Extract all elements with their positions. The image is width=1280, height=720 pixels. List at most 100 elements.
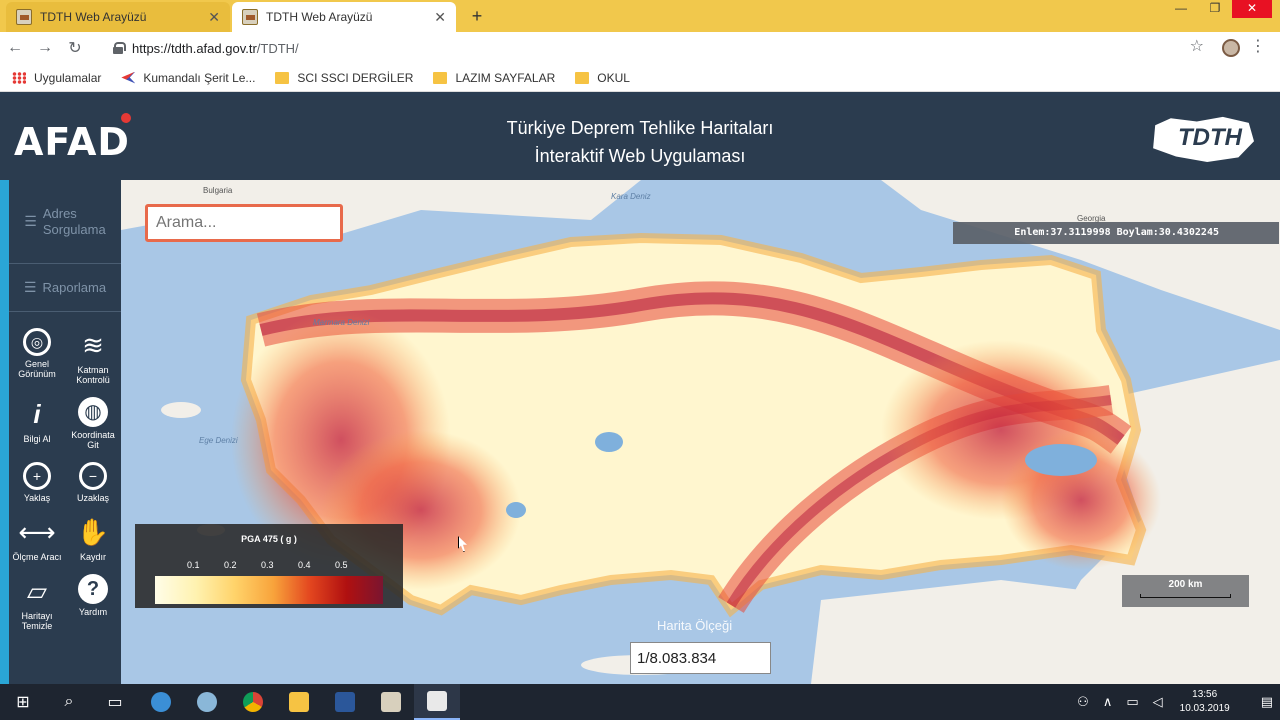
map-label-black-sea: Kara Deniz	[611, 192, 651, 201]
word-app-icon[interactable]	[322, 684, 368, 720]
tool-label: Uzaklaş	[76, 493, 109, 503]
tool-label: Kaydır	[79, 552, 106, 562]
zoom-out-button[interactable]: − Uzaklaş	[65, 462, 121, 503]
app-icon[interactable]	[368, 684, 414, 720]
lock-icon	[112, 42, 126, 54]
info-icon: i	[33, 399, 41, 429]
notifications-icon[interactable]: ▤	[1261, 694, 1273, 710]
tool-label: Yaklaş	[23, 493, 51, 503]
clock[interactable]: 13:56 10.03.2019	[1180, 688, 1230, 716]
legend-tick: 0.3	[261, 560, 274, 570]
goto-coordinate-button[interactable]: ◍ Koordinata Git	[65, 397, 121, 450]
screen: TDTH Web Arayüzü ✕ TDTH Web Arayüzü ✕ + …	[0, 0, 1280, 720]
browser-toolbar: ← → ↻ https://tdth.afad.gov.tr /TDTH/	[0, 32, 1280, 64]
clear-map-button[interactable]: ▱ Haritayı Temizle	[9, 574, 65, 631]
bookmark-label: OKUL	[597, 70, 630, 85]
layer-control-button[interactable]: ≋ Katman Kontrolü	[65, 328, 121, 385]
ie-app-icon[interactable]	[138, 684, 184, 720]
browser-tab-active[interactable]: TDTH Web Arayüzü ✕	[232, 2, 456, 32]
system-tray: ⚇ ∧ ▭ ◁ 13:56 10.03.2019 ▤	[1070, 684, 1280, 720]
close-window-icon[interactable]: ✕	[1232, 0, 1272, 18]
layers-icon: ≋	[82, 330, 104, 360]
reporting-menu[interactable]: ☰ Raporlama	[9, 264, 121, 312]
tool-label: Koordinata Git	[71, 430, 115, 450]
url-host: https://tdth.afad.gov.tr	[132, 40, 257, 56]
chevron-up-icon[interactable]: ∧	[1103, 694, 1113, 710]
task-view-icon[interactable]: ▭	[92, 684, 138, 720]
minimize-icon[interactable]: —	[1164, 0, 1198, 18]
tdth-logo-text: TDTH	[1178, 124, 1242, 151]
info-button[interactable]: i Bilgi Al	[9, 397, 65, 450]
url-path: /TDTH/	[256, 40, 299, 56]
clock-date: 10.03.2019	[1179, 703, 1230, 714]
menu-label-line2: Sorgulama	[42, 221, 106, 237]
sidebar: ☰ Adres Sorgulama ☰ Raporlama ◎ Genel Gö…	[0, 180, 121, 684]
battery-icon[interactable]: ▭	[1126, 694, 1138, 710]
bookmark-folder[interactable]: LAZIM SAYFALAR	[433, 71, 555, 85]
menu-kebab-icon[interactable]: ⋮	[1250, 36, 1266, 56]
folder-icon	[575, 71, 590, 84]
forward-icon[interactable]: →	[30, 39, 60, 57]
address-query-menu[interactable]: ☰ Adres Sorgulama	[9, 180, 121, 264]
coordinate-readout: Enlem:37.3119998 Boylam:30.4302245	[953, 222, 1279, 244]
chrome-app-icon[interactable]	[230, 684, 276, 720]
hazard-map[interactable]: Bulgaria Kara Deniz Georgia Marmara Deni…	[121, 180, 1280, 684]
tdth-favicon-icon	[242, 9, 258, 25]
zoom-in-button[interactable]: + Yaklaş	[9, 462, 65, 503]
legend-tick: 0.1	[187, 560, 200, 570]
target-icon: ◎	[23, 328, 51, 356]
tab-close-icon[interactable]: ✕	[208, 9, 220, 26]
zoom-out-icon: −	[79, 462, 107, 490]
tool-label: Haritayı Temizle	[21, 611, 53, 631]
afad-logo: AFAD	[14, 120, 130, 164]
measure-tool-button[interactable]: ⟷ Ölçme Aracı	[9, 515, 65, 562]
bookmark-star-icon[interactable]: ☆	[1190, 36, 1204, 56]
people-icon[interactable]: ⚇	[1077, 694, 1089, 710]
tool-grid: ◎ Genel Görünüm ≋ Katman Kontrolü i Bilg…	[9, 312, 121, 631]
app-header: AFAD Türkiye Deprem Tehlike Haritaları İ…	[0, 96, 1280, 180]
movie-app-icon[interactable]	[414, 684, 460, 720]
bookmark-item[interactable]: Kumandalı Şerit Le...	[121, 71, 255, 85]
file-explorer-icon[interactable]	[276, 684, 322, 720]
tool-label: Genel Görünüm	[18, 359, 56, 379]
map-scale-ratio[interactable]: 1/8.083.834	[630, 642, 771, 674]
reload-icon[interactable]: ↻	[60, 38, 90, 58]
new-tab-button[interactable]: +	[466, 5, 488, 27]
app-title: Türkiye Deprem Tehlike Haritaları İntera…	[440, 114, 840, 170]
folder-icon	[433, 71, 448, 84]
search-input[interactable]	[145, 204, 343, 242]
lake-tuz	[595, 432, 623, 452]
address-bar[interactable]: https://tdth.afad.gov.tr /TDTH/	[100, 35, 1210, 61]
window-controls: — ❐ ✕	[1164, 0, 1272, 30]
apps-icon	[12, 71, 26, 84]
list-icon: ☰	[23, 279, 37, 295]
profile-avatar[interactable]	[1222, 39, 1240, 57]
bookmark-folder[interactable]: OKUL	[575, 71, 630, 85]
tool-label: Yardım	[78, 607, 108, 617]
measure-icon: ⟷	[18, 517, 56, 547]
paint-app-icon[interactable]	[184, 684, 230, 720]
help-button[interactable]: ? Yardım	[65, 574, 121, 631]
tab-close-icon[interactable]: ✕	[434, 9, 446, 26]
flag-icon	[121, 113, 131, 123]
pga-legend: PGA 475 ( g ) 0.1 0.2 0.3 0.4 0.5	[135, 524, 403, 608]
bookmark-label: SCI SSCI DERGİLER	[297, 70, 414, 85]
restore-icon[interactable]: ❐	[1198, 0, 1232, 18]
bookmark-label: Uygulamalar	[34, 70, 102, 85]
pan-button[interactable]: ✋ Kaydır	[65, 515, 121, 562]
legend-ticks: 0.1 0.2 0.3 0.4 0.5	[187, 560, 372, 570]
general-view-button[interactable]: ◎ Genel Görünüm	[9, 328, 65, 385]
bookmark-apps[interactable]: Uygulamalar	[12, 71, 101, 85]
menu-label: Raporlama	[42, 279, 107, 295]
bookmark-folder[interactable]: SCI SSCI DERGİLER	[275, 71, 413, 85]
tool-label: Bilgi Al	[23, 434, 51, 444]
back-icon[interactable]: ←	[0, 39, 30, 57]
bookmark-icon	[121, 71, 136, 84]
app-title-line1: Türkiye Deprem Tehlike Haritaları	[506, 118, 774, 138]
volume-icon[interactable]: ◁	[1153, 694, 1163, 710]
help-icon: ?	[78, 574, 108, 604]
search-icon[interactable]: ⌕	[46, 684, 92, 720]
scale-bar-label: 200 km	[1168, 579, 1203, 590]
windows-start-icon[interactable]: ⊞	[0, 684, 46, 720]
browser-tab[interactable]: TDTH Web Arayüzü ✕	[6, 2, 230, 32]
